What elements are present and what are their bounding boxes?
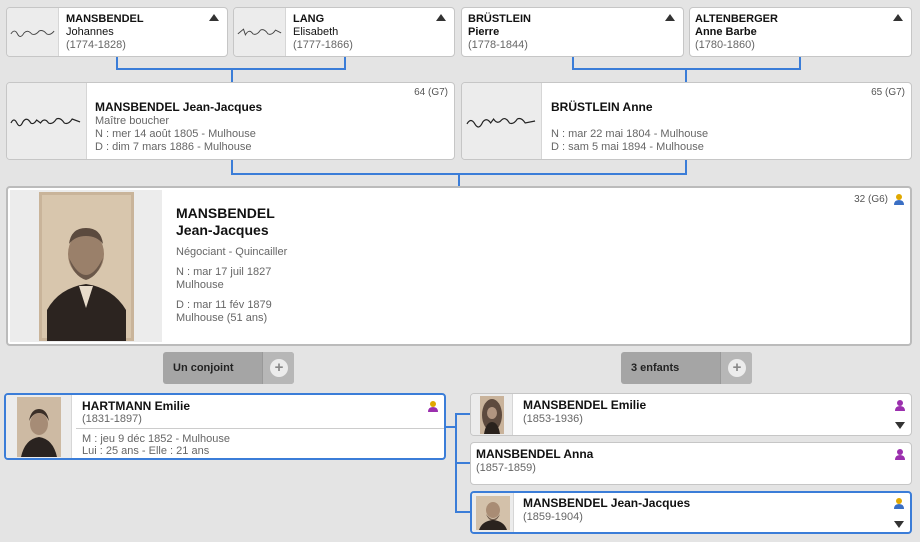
divider (76, 428, 444, 429)
grandparent-card-pierre[interactable]: BRÜSTLEIN Pierre (1778-1844) (461, 7, 684, 57)
grandparent-dates: (1778-1844) (468, 39, 528, 51)
grandparent-dates: (1780-1860) (695, 39, 755, 51)
female-person-icon (895, 400, 905, 411)
occupation: Négociant - Quincailler (176, 246, 288, 258)
mother-card[interactable]: 65 (G7) BRÜSTLEIN Anne N : mar 22 mai 18… (461, 82, 912, 160)
child-name: MANSBENDEL Emilie (523, 398, 647, 412)
portrait-photo (17, 397, 61, 457)
plus-icon: + (270, 359, 288, 377)
generation-label: 64 (G7) (414, 87, 448, 98)
main-first-name: Jean-Jacques (176, 222, 269, 238)
birth-place: Mulhouse (176, 279, 224, 291)
signature-thumbnail (462, 83, 542, 159)
portrait-frame (6, 395, 72, 458)
grandparent-last-name: ALTENBERGER (695, 13, 778, 25)
portrait-photo (480, 396, 504, 434)
grandparent-first-name: Pierre (468, 26, 500, 38)
portrait-photo (476, 496, 510, 530)
grandparent-card-anne-barbe[interactable]: ALTENBERGER Anne Barbe (1780-1860) (689, 7, 912, 57)
portrait-frame (10, 190, 162, 342)
person-name: BRÜSTLEIN Anne (551, 100, 653, 114)
plus-icon: + (728, 359, 746, 377)
child-card-emilie[interactable]: MANSBENDEL Emilie (1853-1936) (470, 393, 912, 436)
children-button-label: 3 enfants (631, 362, 680, 374)
child-dates: (1859-1904) (523, 511, 583, 523)
child-name: MANSBENDEL Anna (476, 447, 594, 461)
main-person-card[interactable]: 32 (G6) MANSBENDEL Jean-Jacques Négocian… (6, 186, 912, 346)
generation-label: 32 (G6) (854, 194, 888, 205)
grandparent-dates: (1774-1828) (66, 39, 126, 51)
connector (685, 68, 687, 82)
children-button[interactable]: 3 enfants + (621, 352, 752, 384)
male-person-icon (894, 194, 904, 205)
main-last-name: MANSBENDEL (176, 205, 275, 221)
death-date: D : mar 11 fév 1879 (176, 299, 272, 311)
child-card-anna[interactable]: MANSBENDEL Anna (1857-1859) (470, 442, 912, 485)
grandparent-card-johannes[interactable]: MANSBENDEL Johannes (1774-1828) (6, 7, 228, 57)
connector (458, 173, 460, 186)
grandparent-last-name: BRÜSTLEIN (468, 13, 531, 25)
expand-ancestors-icon[interactable] (209, 14, 219, 21)
expand-descendants-icon[interactable] (894, 521, 904, 528)
connector (455, 462, 470, 464)
female-person-icon (428, 401, 438, 412)
connector (685, 160, 687, 174)
occupation: Maître boucher (95, 115, 169, 127)
expand-ancestors-icon[interactable] (436, 14, 446, 21)
portrait-frame (472, 493, 514, 532)
male-person-icon (894, 498, 904, 509)
death-info: D : sam 5 mai 1894 - Mulhouse (551, 141, 704, 153)
expand-ancestors-icon[interactable] (665, 14, 675, 21)
death-place: Mulhouse (51 ans) (176, 312, 268, 324)
grandparent-card-elisabeth[interactable]: LANG Elisabeth (1777-1866) (233, 7, 455, 57)
child-name: MANSBENDEL Jean-Jacques (523, 496, 691, 510)
connector (455, 511, 470, 513)
spouses-button-label: Un conjoint (173, 362, 234, 374)
connector (231, 160, 233, 174)
father-card[interactable]: 64 (G7) MANSBENDEL Jean-Jacques Maître b… (6, 82, 455, 160)
add-spouse-button[interactable]: + (262, 352, 294, 384)
generation-label: 65 (G7) (871, 87, 905, 98)
spouses-button[interactable]: Un conjoint + (163, 352, 294, 384)
person-name: MANSBENDEL Jean-Jacques (95, 100, 263, 114)
spouse-card[interactable]: HARTMANN Emilie (1831-1897) M : jeu 9 dé… (4, 393, 446, 460)
grandparent-last-name: LANG (293, 13, 325, 25)
grandparent-last-name: MANSBENDEL (66, 13, 144, 25)
signature-thumbnail (7, 83, 87, 159)
child-dates: (1853-1936) (523, 413, 583, 425)
signature-thumbnail (7, 8, 59, 56)
grandparent-dates: (1777-1866) (293, 39, 353, 51)
child-card-jean-jacques[interactable]: MANSBENDEL Jean-Jacques (1859-1904) (470, 491, 912, 534)
birth-info: N : mar 22 mai 1804 - Mulhouse (551, 128, 709, 140)
birth-date: N : mar 17 juil 1827 (176, 266, 272, 278)
child-dates: (1857-1859) (476, 462, 536, 474)
spouse-name: HARTMANN Emilie (82, 399, 191, 413)
marriage-ages: Lui : 25 ans - Elle : 21 ans (82, 445, 210, 457)
grandparent-first-name: Johannes (66, 26, 114, 38)
grandparent-first-name: Elisabeth (293, 26, 339, 38)
portrait-frame (471, 394, 513, 435)
birth-info: N : mer 14 août 1805 - Mulhouse (95, 128, 256, 140)
spouse-dates: (1831-1897) (82, 413, 142, 425)
connector (455, 413, 470, 415)
connector (231, 68, 233, 82)
expand-ancestors-icon[interactable] (893, 14, 903, 21)
portrait-photo (39, 192, 134, 341)
grandparent-first-name: Anne Barbe (695, 26, 757, 38)
female-person-icon (895, 449, 905, 460)
add-child-button[interactable]: + (720, 352, 752, 384)
expand-descendants-icon[interactable] (895, 422, 905, 429)
death-info: D : dim 7 mars 1886 - Mulhouse (95, 141, 252, 153)
signature-thumbnail (234, 8, 286, 56)
